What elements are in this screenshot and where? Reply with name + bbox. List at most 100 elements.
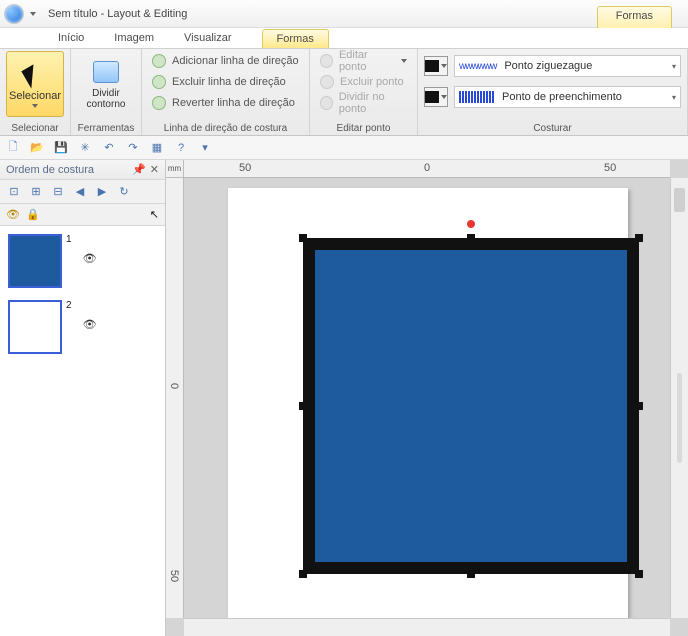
group-label-point: Editar ponto [316, 121, 411, 134]
ribbon-group-tools: Dividir contorno Ferramentas [71, 49, 142, 135]
selected-shape[interactable] [303, 238, 639, 574]
fill-pattern-icon [459, 91, 494, 103]
group-label-sew: Costurar [424, 121, 681, 134]
horizontal-scrollbar[interactable] [184, 618, 670, 636]
layer-list: 1 👁 2 👁 [0, 226, 165, 636]
undo-button[interactable]: ↶ [100, 139, 118, 157]
resize-handle-bm[interactable] [467, 570, 475, 578]
tab-formas-context[interactable]: Formas [597, 6, 672, 28]
line-stitch-dropdown[interactable]: wwwwww Ponto ziguezague ▾ [454, 55, 681, 77]
fill-stitch-dropdown[interactable]: Ponto de preenchimento ▾ [454, 86, 681, 108]
resize-handle-tl[interactable] [299, 234, 307, 242]
eye-icon[interactable]: 👁 [82, 318, 98, 331]
tab-imagem[interactable]: Imagem [114, 32, 154, 44]
tool-refresh-icon[interactable]: ↻ [116, 184, 132, 200]
main-area: Ordem de costura 📌✕ ⊡ ⊞ ⊟ ◀ ▶ ↻ 👁 🔒 ↖ 1 … [0, 160, 688, 636]
resize-handle-bl[interactable] [299, 570, 307, 578]
visibility-icon[interactable]: 👁 [6, 208, 20, 221]
tab-visualizar[interactable]: Visualizar [184, 32, 232, 44]
new-button[interactable]: 🗋 [4, 139, 22, 157]
lock-icon[interactable]: 🔒 [26, 208, 40, 221]
tool-expand-icon[interactable]: ⊞ [28, 184, 44, 200]
layer-item[interactable]: 2 👁 [8, 300, 157, 354]
resize-handle-mr[interactable] [635, 402, 643, 410]
resize-handle-br[interactable] [635, 570, 643, 578]
app-menu-dropdown-icon[interactable] [30, 12, 36, 16]
edit-point-icon [320, 54, 333, 68]
title-bar: Sem título - Layout & Editing Formas [0, 0, 688, 28]
rotation-handle[interactable] [467, 220, 475, 228]
close-icon[interactable]: ✕ [150, 163, 159, 176]
delete-icon [152, 75, 166, 89]
layer-thumbnail [8, 300, 62, 354]
help-button[interactable]: ? [172, 139, 190, 157]
group-label-select: Selecionar [6, 121, 64, 134]
scroll-thumb[interactable] [677, 373, 682, 463]
zigzag-icon: wwwwww [459, 61, 496, 72]
group-label-direction: Linha de direção de costura [148, 121, 303, 134]
app-icon[interactable] [4, 4, 24, 24]
canvas-area: mm 50 0 50 0 50 [166, 160, 688, 636]
tab-formas[interactable]: Formas [262, 29, 329, 48]
resize-handle-ml[interactable] [299, 402, 307, 410]
ruler-horizontal: 50 0 50 [184, 160, 670, 178]
pin-icon[interactable]: 📌 [132, 163, 146, 176]
grid-button[interactable]: ▦ [148, 139, 166, 157]
canvas-viewport[interactable] [184, 178, 670, 618]
cursor-tool-icon[interactable]: ↖ [150, 208, 159, 221]
tool-collapse-icon[interactable]: ⊟ [50, 184, 66, 200]
chevron-down-icon: ▾ [672, 93, 676, 102]
quick-access-toolbar: 🗋 📂 💾 ✳ ↶ ↷ ▦ ? ▾ [0, 136, 688, 160]
reverse-icon [152, 96, 166, 110]
ribbon-group-direction: Adicionar linha de direção Excluir linha… [142, 49, 310, 135]
tool-prev-icon[interactable]: ◀ [72, 184, 88, 200]
open-button[interactable]: 📂 [28, 139, 46, 157]
ruler-unit: mm [166, 160, 184, 178]
resize-handle-tr[interactable] [635, 234, 643, 242]
delete-direction-line-button[interactable]: Excluir linha de direção [148, 72, 303, 92]
edit-point-button: Editar ponto [316, 51, 411, 71]
chevron-down-icon [32, 104, 38, 108]
sewing-order-panel: Ordem de costura 📌✕ ⊡ ⊞ ⊟ ◀ ▶ ↻ 👁 🔒 ↖ 1 … [0, 160, 166, 636]
add-direction-line-button[interactable]: Adicionar linha de direção [148, 51, 303, 71]
panel-toolbar-2: 👁 🔒 ↖ [0, 204, 165, 226]
line-color-swatch[interactable] [424, 56, 448, 76]
tool-zoom-icon[interactable]: ⊡ [6, 184, 22, 200]
panel-header: Ordem de costura 📌✕ [0, 160, 165, 180]
split-point-icon [320, 96, 333, 110]
chevron-down-icon: ▾ [672, 62, 676, 71]
vertical-scrollbar[interactable] [670, 178, 688, 618]
context-tabs: Formas [597, 6, 672, 28]
settings-button[interactable]: ✳ [76, 139, 94, 157]
add-icon [152, 54, 166, 68]
cursor-icon [21, 61, 48, 88]
resize-handle-tm[interactable] [467, 234, 475, 242]
shape-fill [315, 250, 627, 562]
save-button[interactable]: 💾 [52, 139, 70, 157]
design-page [228, 188, 628, 618]
reverse-direction-line-button[interactable]: Reverter linha de direção [148, 93, 303, 113]
more-button[interactable]: ▾ [196, 139, 214, 157]
split-outline-button[interactable]: Dividir contorno [77, 51, 135, 117]
layer-number: 1 [66, 234, 72, 245]
ribbon-group-point: Editar ponto Excluir ponto Dividir no po… [310, 49, 418, 135]
redo-button[interactable]: ↷ [124, 139, 142, 157]
ribbon-group-select: Selecionar Selecionar [0, 49, 71, 135]
delete-point-button: Excluir ponto [316, 72, 411, 92]
ribbon-tabs: Início Imagem Visualizar Formas [0, 28, 688, 48]
scroll-up-button[interactable] [674, 188, 685, 212]
select-button[interactable]: Selecionar [6, 51, 64, 117]
panel-toolbar-1: ⊡ ⊞ ⊟ ◀ ▶ ↻ [0, 180, 165, 204]
tab-inicio[interactable]: Início [58, 32, 84, 44]
split-point-button: Dividir no ponto [316, 93, 411, 113]
fill-color-swatch[interactable] [424, 87, 448, 107]
group-label-tools: Ferramentas [77, 121, 135, 134]
eye-icon[interactable]: 👁 [82, 252, 98, 265]
layer-item[interactable]: 1 👁 [8, 234, 157, 288]
tool-next-icon[interactable]: ▶ [94, 184, 110, 200]
chevron-down-icon [441, 95, 447, 99]
ribbon-group-sew: wwwwww Ponto ziguezague ▾ Ponto de preen… [418, 49, 688, 135]
layer-number: 2 [66, 300, 72, 311]
chevron-down-icon [441, 64, 447, 68]
delete-point-icon [320, 75, 334, 89]
